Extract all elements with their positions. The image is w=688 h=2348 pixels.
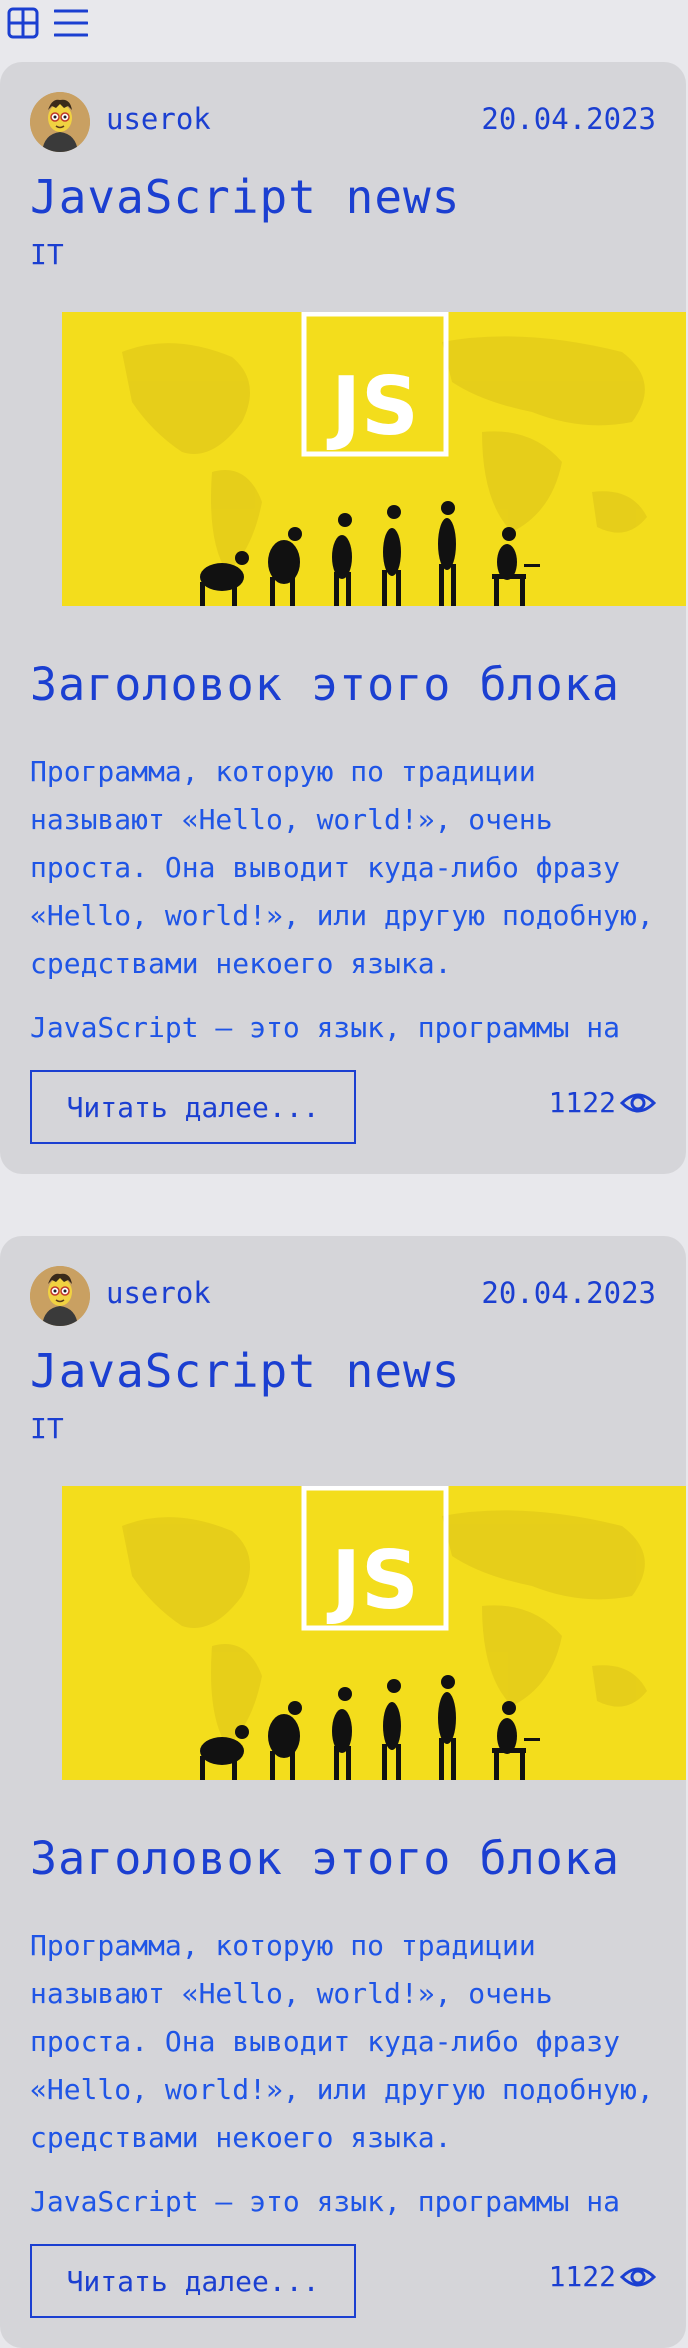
- post-card: userok 20.04.2023 JavaScript news IT JS: [0, 62, 686, 1174]
- view-count: 1122: [549, 1086, 656, 1119]
- eye-icon: [620, 2267, 656, 2286]
- excerpt-paragraph: Программа, которую по традиции называют …: [30, 755, 654, 980]
- block-heading: Заголовок этого блока: [30, 658, 620, 711]
- excerpt-paragraph: JavaScript — это язык, программы на: [30, 2185, 621, 2218]
- read-more-button[interactable]: Читать далее...: [30, 1070, 356, 1144]
- view-count-value: 1122: [548, 2260, 616, 2293]
- author-name[interactable]: userok: [106, 102, 211, 136]
- read-more-button[interactable]: Читать далее...: [30, 2244, 356, 2318]
- avatar-icon: [30, 92, 90, 152]
- post-date: 20.04.2023: [481, 1276, 656, 1310]
- banner-label: JS: [326, 360, 418, 453]
- avatar-icon: [30, 1266, 90, 1326]
- post-excerpt: Программа, которую по традиции называют …: [30, 748, 662, 1120]
- author-avatar[interactable]: [30, 92, 90, 152]
- view-count-value: 1122: [548, 1086, 616, 1119]
- author-avatar[interactable]: [30, 1266, 90, 1326]
- author-name[interactable]: userok: [106, 1276, 211, 1310]
- post-date: 20.04.2023: [481, 102, 656, 136]
- post-excerpt: Программа, которую по традиции называют …: [30, 1922, 662, 2294]
- post-card: userok 20.04.2023 JavaScript news IT JS: [0, 1236, 686, 2348]
- view-count: 1122: [549, 2260, 656, 2293]
- post-category: IT: [30, 1412, 64, 1445]
- post-title: JavaScript news: [30, 170, 461, 224]
- grid-view-icon: [7, 7, 39, 39]
- grid-view-button[interactable]: [6, 6, 40, 40]
- banner-label: JS: [326, 1534, 418, 1627]
- list-view-button[interactable]: [54, 6, 88, 40]
- eye-icon: [620, 1093, 656, 1112]
- post-category: IT: [30, 238, 64, 271]
- list-view-icon: [54, 9, 88, 37]
- excerpt-paragraph: Программа, которую по традиции называют …: [30, 1929, 654, 2154]
- post-title: JavaScript news: [30, 1344, 461, 1398]
- view-toolbar: [0, 0, 688, 52]
- post-image: JS: [62, 1486, 686, 1780]
- post-image: JS: [62, 312, 686, 606]
- block-heading: Заголовок этого блока: [30, 1832, 620, 1885]
- excerpt-paragraph: JavaScript — это язык, программы на: [30, 1011, 621, 1044]
